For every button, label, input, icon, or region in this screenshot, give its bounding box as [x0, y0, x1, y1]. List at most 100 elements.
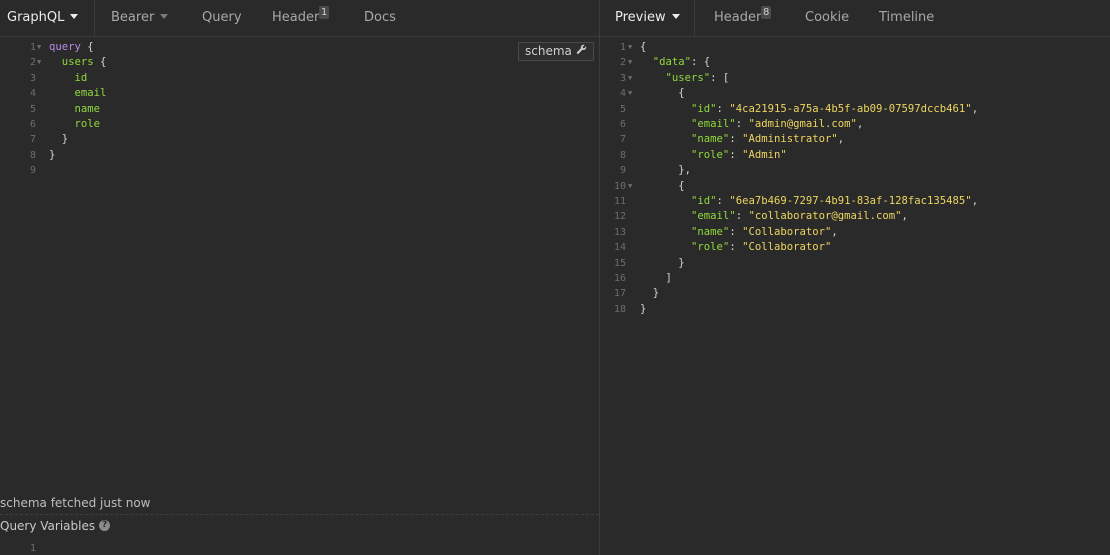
variables-divider[interactable]: [0, 514, 599, 515]
tab-graphql-mode[interactable]: GraphQL: [0, 0, 95, 36]
line-number: 10: [613, 180, 626, 192]
query-line: 5 name: [0, 102, 599, 117]
schema-button-label: schema: [525, 44, 572, 58]
query-line: 9: [0, 163, 599, 178]
help-icon[interactable]: ?: [99, 520, 111, 531]
response-code-text: "name": "Collaborator",: [691, 225, 838, 238]
response-line: 10 ▼ {: [600, 179, 1110, 194]
chevron-down-icon: [671, 14, 680, 19]
response-line: 15 }: [600, 256, 1110, 271]
response-line: 8 "role": "Admin": [600, 148, 1110, 163]
header-count-badge: 1: [319, 6, 330, 19]
line-number: 18: [613, 303, 626, 315]
tab-docs[interactable]: Docs: [364, 0, 396, 36]
fold-arrow-icon[interactable]: ▼: [628, 55, 632, 70]
line-number: 5: [29, 103, 36, 115]
fold-arrow-icon[interactable]: ▼: [37, 40, 41, 55]
line-number: 13: [613, 226, 626, 238]
chevron-down-icon: [160, 14, 169, 19]
tab-response-header[interactable]: Header 8: [714, 0, 772, 36]
request-pane: GraphQL Bearer Query Header 1 Docs 1 ▼ quer…: [0, 0, 599, 555]
chevron-down-icon: [70, 14, 79, 19]
response-line: 18}: [600, 302, 1110, 317]
tab-cookie[interactable]: Cookie: [805, 0, 849, 36]
variables-line-number: 1: [29, 543, 36, 554]
response-code-text: "role": "Admin": [691, 148, 787, 161]
line-number: 4: [619, 88, 626, 100]
line-number: 1: [29, 42, 36, 53]
fold-arrow-icon[interactable]: ▼: [628, 40, 632, 55]
response-line: 2 ▼ "data": {: [600, 55, 1110, 70]
query-line: 4 email: [0, 86, 599, 101]
response-line: 16 ]: [600, 271, 1110, 286]
line-number: 9: [619, 165, 626, 177]
response-code-text: },: [640, 164, 692, 177]
tab-preview[interactable]: Preview: [600, 0, 695, 36]
response-code-text: "name": "Administrator",: [691, 133, 845, 146]
line-number: 11: [613, 196, 626, 207]
query-line: 3 id: [0, 71, 599, 86]
response-code-text: }: [640, 302, 647, 315]
schema-status: schema fetched just now: [0, 496, 151, 510]
fold-arrow-icon[interactable]: ▼: [628, 86, 632, 101]
query-code-text: name: [74, 102, 101, 115]
wrench-icon: [576, 43, 587, 60]
tab-auth-bearer[interactable]: Bearer: [111, 0, 169, 36]
fold-arrow-icon[interactable]: ▼: [628, 179, 632, 194]
line-number: 7: [29, 134, 36, 146]
response-code-text: }: [640, 256, 685, 269]
tab-header[interactable]: Header 1: [272, 0, 330, 36]
response-code-text: "role": "Collaborator": [691, 241, 832, 254]
response-line: 9 },: [600, 163, 1110, 178]
line-number: 12: [613, 211, 626, 223]
request-tabbar: GraphQL Bearer Query Header 1 Docs: [0, 0, 599, 37]
line-number: 16: [613, 273, 626, 284]
line-number: 8: [619, 149, 626, 161]
tab-auth-label: Bearer: [111, 10, 155, 25]
query-line: 8}: [0, 148, 599, 163]
response-line: 6 "email": "admin@gmail.com",: [600, 117, 1110, 132]
response-pane: Preview Header 8 Cookie Timeline 1 ▼{2 ▼ "d…: [600, 0, 1110, 555]
line-number: 8: [29, 149, 36, 161]
query-line: 2 ▼ users {: [0, 55, 599, 70]
tab-timeline[interactable]: Timeline: [879, 0, 934, 36]
line-number: 14: [613, 242, 626, 254]
query-code-text: users {: [61, 56, 107, 69]
response-line: 12 "email": "collaborator@gmail.com",: [600, 209, 1110, 224]
line-number: 5: [619, 103, 626, 115]
line-number: 1: [619, 42, 626, 53]
tab-response-header-label: Header: [714, 10, 762, 25]
line-number: 2: [29, 57, 36, 69]
response-line: 7 "name": "Administrator",: [600, 132, 1110, 147]
query-line: 6 role: [0, 117, 599, 132]
line-number: 15: [613, 257, 626, 269]
line-number: 6: [619, 119, 626, 130]
response-line: 17 }: [600, 286, 1110, 301]
response-line: 11 "id": "6ea7b469-7297-4b91-83af-128fac…: [600, 194, 1110, 209]
line-number: 17: [613, 288, 626, 300]
query-code-text: role: [74, 118, 101, 130]
response-line: 14 "role": "Collaborator": [600, 240, 1110, 255]
tab-query[interactable]: Query: [202, 0, 242, 36]
schema-button[interactable]: schema: [518, 42, 594, 61]
query-variables-header[interactable]: Query Variables?: [0, 519, 111, 533]
line-number: 7: [619, 134, 626, 146]
response-code-text: "id": "4ca21915-a75a-4b5f-ab09-07597dccb…: [691, 102, 979, 115]
response-code-text: {: [640, 179, 685, 192]
response-code-text: "email": "collaborator@gmail.com",: [691, 210, 908, 223]
query-code-text: email: [74, 87, 107, 100]
tab-preview-label: Preview: [615, 10, 666, 25]
line-number: 9: [29, 165, 36, 177]
query-code-text: query {: [49, 41, 94, 53]
fold-arrow-icon[interactable]: ▼: [37, 55, 41, 70]
response-code-text: "data": {: [652, 56, 711, 69]
response-line: 1 ▼ {: [600, 40, 1110, 55]
fold-arrow-icon[interactable]: ▼: [628, 71, 632, 86]
response-code-text: {: [640, 41, 647, 53]
line-number: 6: [29, 119, 36, 130]
response-code-text: {: [640, 87, 685, 100]
response-code-text: "id": "6ea7b469-7297-4b91-83af-128fac135…: [691, 195, 979, 207]
tab-header-label: Header: [272, 10, 320, 25]
line-number: 3: [29, 72, 36, 84]
line-number: 3: [619, 72, 626, 84]
